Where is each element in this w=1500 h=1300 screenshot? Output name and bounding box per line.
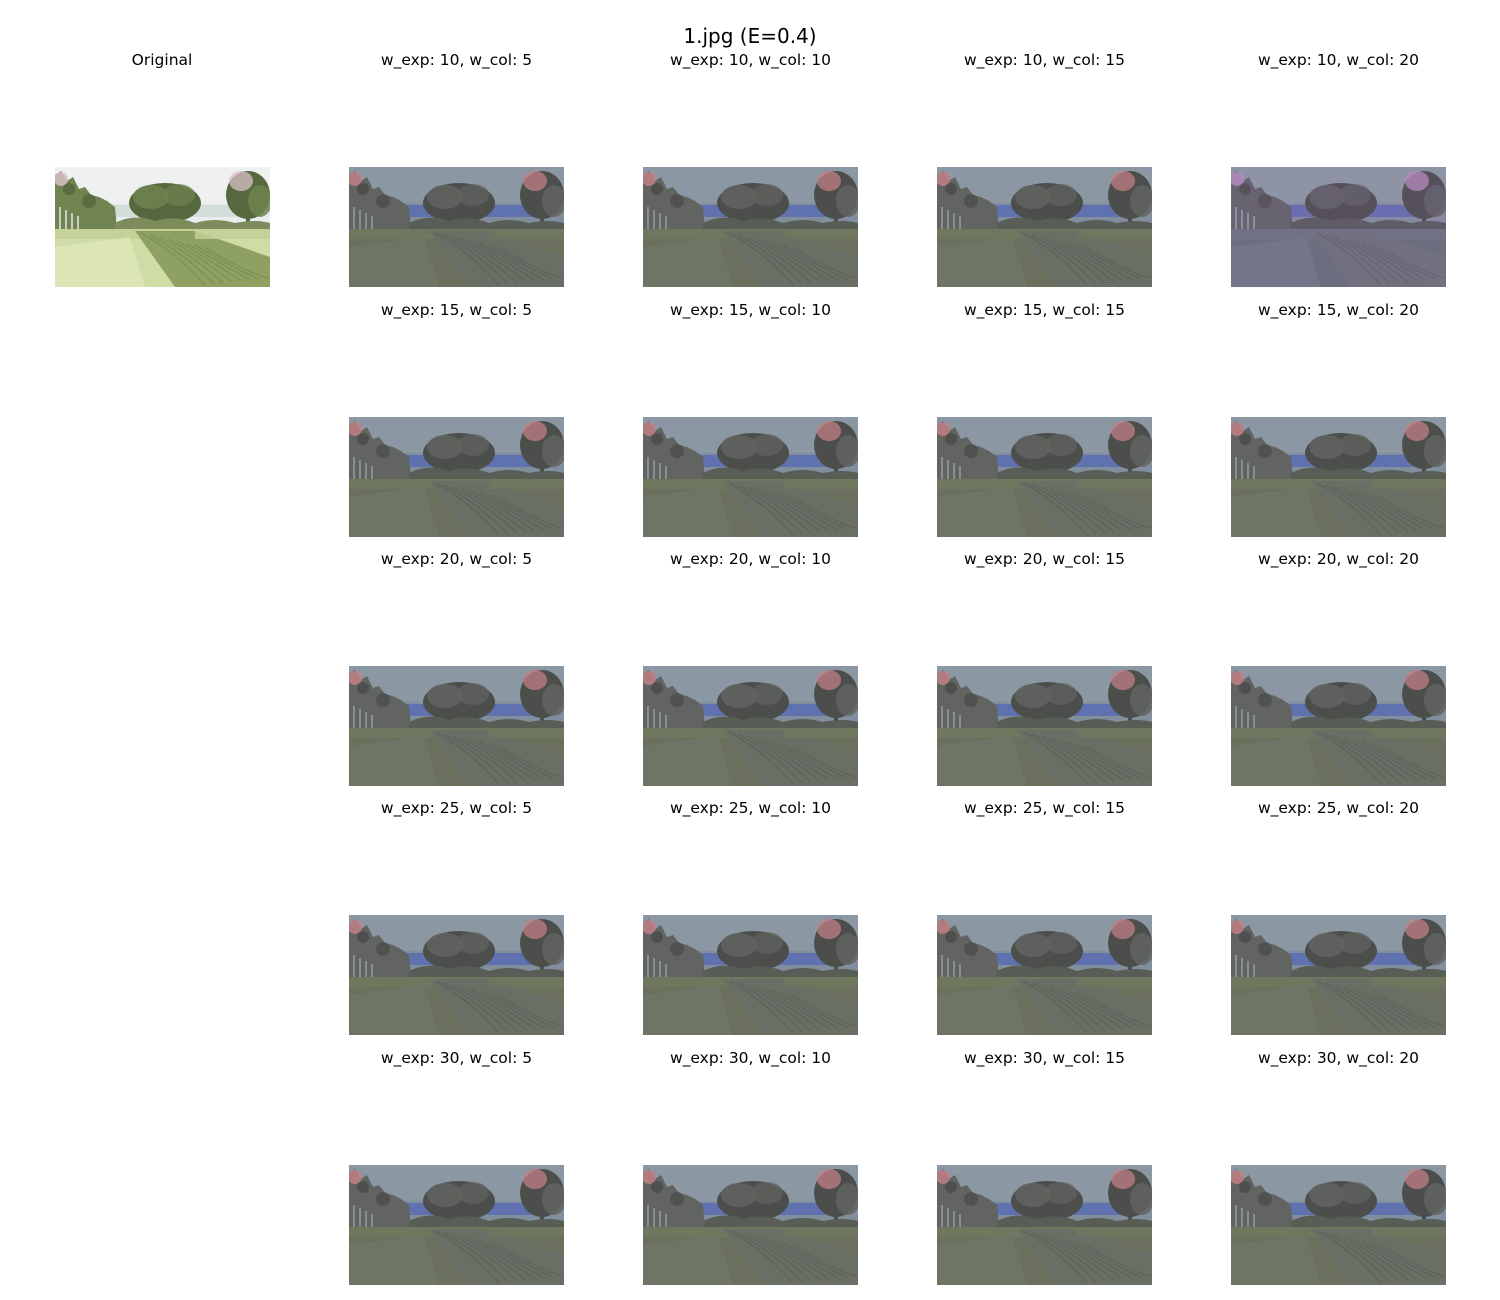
panel-title: w_exp: 20, w_col: 10 xyxy=(669,550,832,568)
enhanced-photo xyxy=(1231,666,1446,786)
panel-title: w_exp: 10, w_col: 20 xyxy=(1257,51,1420,69)
enhanced-photo xyxy=(643,666,858,786)
panel-title: w_exp: 20, w_col: 20 xyxy=(1257,550,1420,568)
enhanced-photo xyxy=(1231,1165,1446,1285)
panel-title: w_exp: 15, w_col: 5 xyxy=(380,301,533,319)
enhanced-photo xyxy=(349,167,564,287)
panel-title: w_exp: 15, w_col: 20 xyxy=(1257,301,1420,319)
enhanced-photo xyxy=(349,1165,564,1285)
enhanced-photo xyxy=(349,666,564,786)
original-photo xyxy=(55,167,270,287)
panel-title: w_exp: 30, w_col: 10 xyxy=(669,1049,832,1067)
panel-title: w_exp: 25, w_col: 15 xyxy=(963,799,1126,817)
enhanced-photo xyxy=(643,167,858,287)
enhanced-photo xyxy=(1231,417,1446,537)
enhanced-photo xyxy=(937,666,1152,786)
enhanced-photo xyxy=(643,1165,858,1285)
panel-title: w_exp: 25, w_col: 5 xyxy=(380,799,533,817)
panel-title: w_exp: 25, w_col: 20 xyxy=(1257,799,1420,817)
enhanced-photo xyxy=(937,915,1152,1035)
original-panel-title: Original xyxy=(131,51,193,69)
enhanced-photo xyxy=(643,417,858,537)
panel-title: w_exp: 15, w_col: 15 xyxy=(963,301,1126,319)
panel-title: w_exp: 15, w_col: 10 xyxy=(669,301,832,319)
enhanced-photo xyxy=(1231,915,1446,1035)
panel-title: w_exp: 10, w_col: 15 xyxy=(963,51,1126,69)
enhanced-photo xyxy=(643,915,858,1035)
panel-title: w_exp: 20, w_col: 15 xyxy=(963,550,1126,568)
enhanced-photo xyxy=(349,915,564,1035)
panel-title: w_exp: 30, w_col: 15 xyxy=(963,1049,1126,1067)
enhanced-photo xyxy=(937,1165,1152,1285)
panel-title: w_exp: 30, w_col: 20 xyxy=(1257,1049,1420,1067)
enhanced-photo xyxy=(937,417,1152,537)
panel-title: w_exp: 10, w_col: 5 xyxy=(380,51,533,69)
panel-title: w_exp: 20, w_col: 5 xyxy=(380,550,533,568)
panel-title: w_exp: 10, w_col: 10 xyxy=(669,51,832,69)
panel-title: w_exp: 30, w_col: 5 xyxy=(380,1049,533,1067)
enhanced-photo xyxy=(1231,167,1446,287)
enhanced-photo xyxy=(937,167,1152,287)
enhanced-photo xyxy=(349,417,564,537)
panel-title: w_exp: 25, w_col: 10 xyxy=(669,799,832,817)
figure-title: 1.jpg (E=0.4) xyxy=(683,24,817,48)
